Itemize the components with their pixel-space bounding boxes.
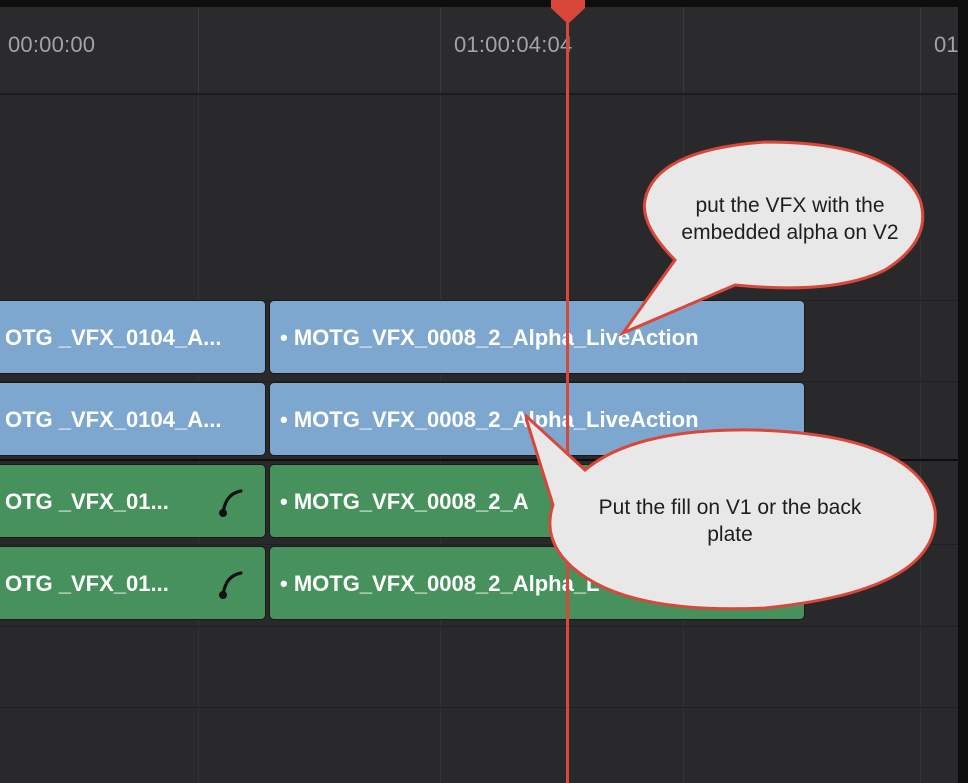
ruler-tick [198,7,199,93]
track-divider [0,707,958,708]
ruler-tick [683,7,684,93]
window-top-edge [0,0,968,7]
playhead-line[interactable] [566,0,569,783]
callout-bottom-line2: plate [707,523,753,546]
callout-bottom-line1: Put the fill on V1 or the back [598,496,862,519]
callout-top-line2: embedded alpha on V2 [681,221,899,244]
clip-a2-left[interactable]: OTG _VFX_01... [0,546,266,620]
timecode-next: 01 [934,32,959,57]
clip-name: OTG _VFX_01... [5,489,169,514]
clip-name: OTG _VFX_01... [5,571,169,596]
timecode-start: 00:00:00 [8,32,96,57]
timecode-playhead-region: 01:00:04:04 [454,32,573,57]
timecode-ruler[interactable]: 00:00:00 01:00:04:04 01 [0,7,959,95]
ruler-tick [440,7,441,93]
callout-top-line1: put the VFX with the [695,194,885,217]
clip-name: OTG _VFX_0104_A... [5,407,222,432]
clip-a1-left[interactable]: OTG _VFX_01... [0,464,266,538]
curve-icon[interactable] [217,567,247,601]
ruler-tick [920,7,921,93]
clip-name: OTG _VFX_0104_A... [5,325,222,350]
track-divider [0,626,958,627]
curve-icon[interactable] [217,485,247,519]
callout-top-text: put the VFX with the embedded alpha on V… [660,192,920,246]
timeline-viewport: 00:00:00 01:00:04:04 01 OTG _VFX_0104_A.… [0,0,968,783]
playhead-marker-icon[interactable] [549,0,587,26]
clip-name: • MOTG_VFX_0008_2_A [280,489,529,514]
window-right-edge [958,0,968,783]
clip-v2-left[interactable]: OTG _VFX_0104_A... [0,300,266,374]
callout-bottom-text: Put the fill on V1 or the back plate [570,494,890,548]
clip-v1-left[interactable]: OTG _VFX_0104_A... [0,382,266,456]
